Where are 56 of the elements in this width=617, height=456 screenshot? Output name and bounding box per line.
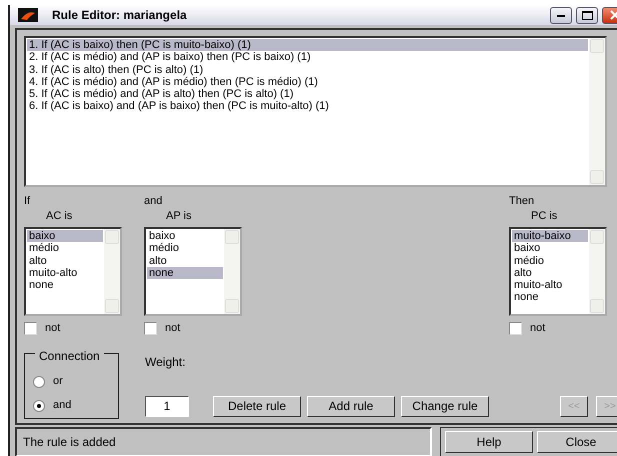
- list-item[interactable]: 4. If (AC is médio) and (AP is médio) then (PC is médio) (1): [27, 76, 588, 88]
- list-item[interactable]: muito-alto: [27, 266, 103, 280]
- scrollbar[interactable]: [589, 229, 605, 314]
- not-label: not: [45, 321, 60, 336]
- list-item[interactable]: 5. If (AC is médio) and (AP is alto) then (PC is alto) (1): [27, 88, 588, 100]
- not-checkbox[interactable]: [24, 322, 37, 335]
- minimize-icon: [557, 14, 565, 16]
- radio-button[interactable]: [33, 376, 45, 388]
- scrollbar[interactable]: [589, 38, 605, 185]
- list-item[interactable]: 1. If (AC is baixo) then (PC is muito-baixo) (1): [27, 39, 588, 52]
- connector-label: and: [144, 195, 164, 208]
- connector-label: If: [24, 195, 32, 208]
- list-item[interactable]: muito-alto: [512, 279, 588, 292]
- radio-label: or: [53, 374, 63, 390]
- list-item[interactable]: alto: [27, 254, 103, 267]
- footer-button[interactable]: Help: [445, 430, 533, 452]
- list-item[interactable]: médio: [147, 242, 223, 255]
- not-checkbox[interactable]: [509, 322, 522, 335]
- rule-button[interactable]: Delete rule: [213, 396, 301, 416]
- not-label: not: [530, 321, 546, 336]
- radio-button[interactable]: [33, 400, 45, 412]
- list-item[interactable]: alto: [147, 254, 223, 267]
- minimize-button[interactable]: [550, 6, 572, 24]
- app-icon: [18, 8, 38, 22]
- list-item[interactable]: médio: [27, 242, 103, 255]
- list-item[interactable]: baixo: [147, 230, 223, 242]
- weight-label: Weight:: [145, 354, 186, 370]
- window-title: Rule Editor: mariangela: [52, 7, 187, 24]
- scrollbar[interactable]: [104, 229, 120, 314]
- list-item[interactable]: 6. If (AC is baixo) and (AP is baixo) then (PC is muito-alto) (1): [27, 100, 588, 113]
- not-label: not: [165, 321, 180, 336]
- radio-label: and: [53, 398, 72, 414]
- status-bar: The rule is added: [15, 426, 432, 456]
- list-item[interactable]: none: [512, 291, 588, 304]
- maximize-button[interactable]: [576, 6, 598, 24]
- list-item[interactable]: none: [27, 279, 103, 292]
- list-item[interactable]: alto: [512, 266, 588, 280]
- rule-button[interactable]: Change rule: [401, 396, 489, 416]
- list-item[interactable]: baixo: [512, 242, 588, 255]
- variable-label: PC is: [530, 209, 558, 224]
- list-item[interactable]: 3. If (AC is alto) then (PC is alto) (1): [27, 64, 588, 76]
- rule-button[interactable]: Add rule: [307, 396, 395, 416]
- list-item[interactable]: none: [147, 266, 223, 280]
- scrollbar[interactable]: [224, 229, 240, 314]
- list-item[interactable]: baixo: [27, 230, 103, 242]
- list-item[interactable]: muito-baixo: [512, 230, 588, 242]
- footer-button[interactable]: Close: [537, 430, 617, 452]
- maximize-icon: [582, 10, 592, 20]
- list-item[interactable]: médio: [512, 254, 588, 267]
- close-icon: [610, 10, 617, 20]
- variable-label: AC is: [45, 209, 74, 224]
- list-item[interactable]: 2. If (AC is médio) and (AP is baixo) then (PC is baixo) (1): [27, 51, 588, 64]
- weight-field[interactable]: 1: [145, 396, 189, 416]
- variable-label: AP is: [165, 209, 192, 224]
- not-checkbox[interactable]: [144, 322, 157, 335]
- connector-label: Then: [509, 195, 536, 208]
